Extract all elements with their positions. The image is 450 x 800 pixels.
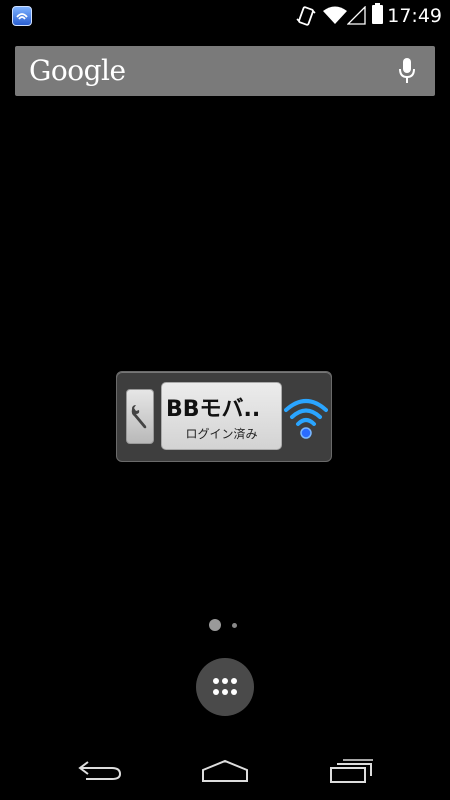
recents-button[interactable] [329, 758, 375, 788]
connection-status-panel: BBモバ.. ログイン済み [161, 382, 282, 450]
clock: 17:49 [387, 5, 442, 27]
mic-icon[interactable] [397, 57, 417, 89]
battery-icon [372, 3, 383, 24]
wifi-icon[interactable] [284, 394, 328, 444]
app-notification-icon [12, 6, 32, 26]
back-button[interactable] [78, 758, 122, 786]
service-name: BBモバ.. [166, 397, 261, 422]
back-icon [78, 761, 122, 780]
home-button[interactable] [200, 758, 250, 788]
wifi-icon [323, 6, 347, 29]
navigation-bar [0, 740, 450, 800]
bb-mobile-widget[interactable]: BBモバ.. ログイン済み [116, 371, 332, 462]
page-indicator [232, 623, 237, 628]
app-drawer-icon [213, 678, 237, 695]
vibrate-icon [295, 5, 317, 31]
home-icon [202, 759, 248, 782]
status-bar: 17:49 [0, 0, 450, 32]
login-status: ログイン済み [185, 427, 258, 441]
google-search-bar[interactable]: Google [15, 46, 435, 96]
google-logo: Google [29, 54, 126, 87]
recents-icon [330, 759, 373, 783]
signal-icon [346, 5, 366, 29]
page-indicator-active [209, 619, 221, 631]
wrench-icon [131, 405, 147, 429]
settings-button[interactable] [126, 389, 154, 444]
app-drawer-button[interactable] [196, 658, 254, 716]
